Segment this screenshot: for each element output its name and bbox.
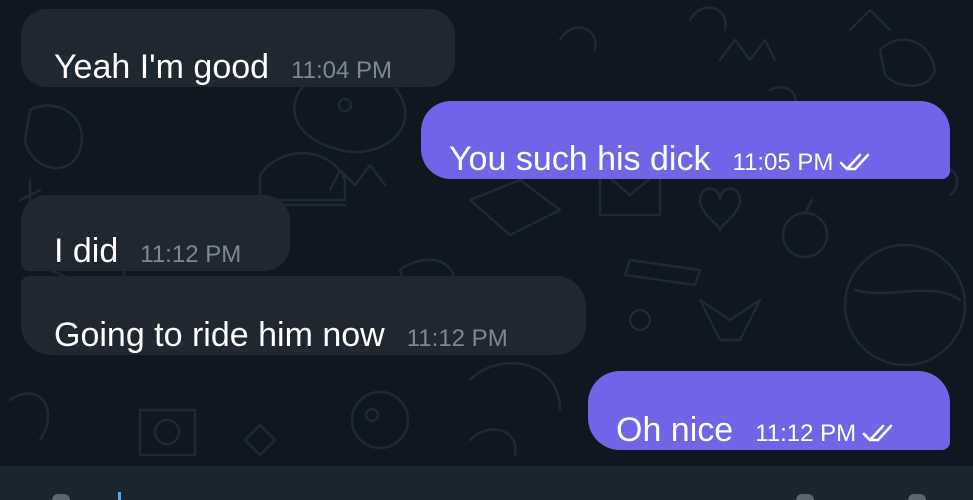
message-timestamp: 11:05 PM <box>732 149 834 176</box>
double-check-icon <box>862 424 893 442</box>
microphone-icon[interactable] <box>908 494 926 500</box>
attach-icon[interactable] <box>796 494 814 500</box>
message-text: Going to ride him now <box>54 316 385 354</box>
emoji-icon[interactable] <box>52 494 70 500</box>
message-timestamp: 11:12 PM <box>755 420 857 447</box>
message-bubble-incoming[interactable]: Yeah I'm good 11:04 PM <box>21 9 455 87</box>
message-timestamp: 11:12 PM <box>406 325 508 352</box>
message-list[interactable]: Yeah I'm good 11:04 PM You such his dick… <box>0 0 973 466</box>
message-text: Yeah I'm good <box>54 48 270 86</box>
message-bubble-incoming[interactable]: Going to ride him now 11:12 PM <box>21 276 586 355</box>
message-timestamp: 11:04 PM <box>291 57 393 84</box>
message-bubble-incoming[interactable]: I did 11:12 PM <box>21 195 290 271</box>
message-composer-bar[interactable] <box>0 466 973 500</box>
message-text: Oh nice <box>616 411 734 449</box>
text-cursor <box>118 492 121 500</box>
double-check-icon <box>840 153 870 171</box>
message-text: You such his dick <box>449 140 711 178</box>
message-timestamp: 11:12 PM <box>140 241 242 268</box>
message-text: I did <box>54 232 119 270</box>
message-bubble-outgoing[interactable]: Oh nice 11:12 PM <box>588 371 950 450</box>
message-bubble-outgoing[interactable]: You such his dick 11:05 PM <box>421 101 950 179</box>
